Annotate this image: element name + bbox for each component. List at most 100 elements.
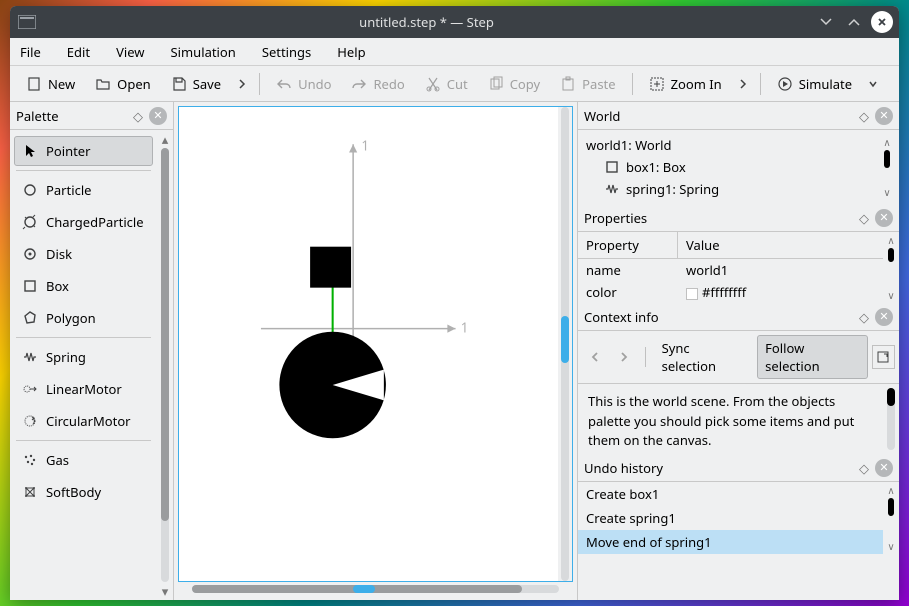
copy-icon: [488, 76, 504, 92]
redo-icon: [351, 76, 367, 92]
palette-item-linearmotor[interactable]: LinearMotor: [14, 374, 153, 404]
panel-close-icon[interactable]: ✕: [875, 209, 893, 227]
props-scrollbar[interactable]: ∧∨: [883, 232, 899, 303]
palette-item-chargedparticle[interactable]: ChargedParticle: [14, 207, 153, 237]
undo-item[interactable]: Create box1: [578, 482, 883, 506]
properties-header: Properties ◇ ✕: [578, 204, 899, 232]
circular-motor-icon: [22, 413, 38, 429]
undo-icon: [276, 76, 292, 92]
props-col-value[interactable]: Value: [678, 232, 883, 258]
undo-header: Undo history ◇ ✕: [578, 454, 899, 482]
palette-item-gas[interactable]: Gas: [14, 445, 153, 475]
panel-float-icon[interactable]: ◇: [855, 107, 873, 125]
panel-float-icon[interactable]: ◇: [855, 459, 873, 477]
menu-help[interactable]: Help: [337, 43, 365, 61]
palette-item-spring[interactable]: Spring: [14, 342, 153, 372]
palette-item-polygon[interactable]: Polygon: [14, 303, 153, 333]
minimize-button[interactable]: [815, 11, 837, 33]
cut-icon: [425, 76, 441, 92]
toolbar-overflow-2[interactable]: [734, 77, 752, 91]
box-icon: [604, 159, 620, 175]
zoom-in-button[interactable]: Zoom In: [641, 71, 730, 97]
close-button[interactable]: [871, 11, 893, 33]
panel-close-icon[interactable]: ✕: [875, 459, 893, 477]
undo-button[interactable]: Undo: [268, 71, 339, 97]
undo-scrollbar[interactable]: ∧∨: [883, 482, 899, 554]
world-tree: world1: World box1: Box spring1: Spring …: [578, 130, 899, 204]
canvas-h-scrollbar[interactable]: [178, 582, 573, 596]
window-title: untitled.step * — Step: [44, 13, 809, 31]
open-button[interactable]: Open: [87, 71, 159, 97]
panel-close-icon[interactable]: ✕: [149, 107, 167, 125]
paste-button[interactable]: Paste: [552, 71, 623, 97]
palette-item-box[interactable]: Box: [14, 271, 153, 301]
softbody-icon: [22, 484, 38, 500]
sync-selection-button[interactable]: Sync selection: [654, 335, 754, 379]
scroll-down-icon[interactable]: ▾: [162, 582, 169, 600]
panel-float-icon[interactable]: ◇: [855, 308, 873, 326]
context-text-scrollbar[interactable]: [887, 388, 895, 450]
copy-button[interactable]: Copy: [480, 71, 548, 97]
palette-item-particle[interactable]: Particle: [14, 175, 153, 205]
world-item-box1[interactable]: box1: Box: [582, 156, 879, 178]
panel-close-icon[interactable]: ✕: [875, 308, 893, 326]
properties-table: Property Value nameworld1 color#ffffffff…: [578, 232, 899, 303]
props-row-color[interactable]: color#ffffffff: [578, 281, 883, 303]
palette-item-softbody[interactable]: SoftBody: [14, 477, 153, 507]
panel-close-icon[interactable]: ✕: [875, 107, 893, 125]
context-header: Context info ◇ ✕: [578, 303, 899, 331]
menu-simulation[interactable]: Simulation: [171, 43, 236, 61]
cut-button[interactable]: Cut: [417, 71, 476, 97]
canvas-v-scrollbar[interactable]: [558, 107, 572, 581]
toolbar-separator: [259, 73, 260, 95]
panel-float-icon[interactable]: ◇: [129, 107, 147, 125]
disk-object[interactable]: [279, 332, 386, 439]
properties-title: Properties: [584, 209, 853, 227]
props-row-name[interactable]: nameworld1: [578, 259, 883, 281]
palette-scrollbar[interactable]: ▴ ▾: [157, 130, 173, 600]
palette-item-pointer[interactable]: Pointer: [14, 136, 153, 166]
canvas[interactable]: 1 1: [179, 107, 558, 581]
zoom-in-icon: [649, 76, 665, 92]
gas-icon: [22, 452, 38, 468]
app-window: untitled.step * — Step File Edit View Si…: [10, 6, 899, 600]
simulate-button[interactable]: Simulate: [769, 71, 860, 97]
follow-selection-button[interactable]: Follow selection: [757, 335, 867, 379]
context-back-button[interactable]: [582, 344, 607, 370]
save-icon: [171, 76, 187, 92]
spring-icon: [604, 181, 620, 197]
box-icon: [22, 278, 38, 294]
undo-title: Undo history: [584, 459, 853, 477]
context-expand-button[interactable]: [872, 345, 895, 369]
props-col-property[interactable]: Property: [578, 232, 678, 258]
redo-button[interactable]: Redo: [343, 71, 412, 97]
panel-float-icon[interactable]: ◇: [855, 209, 873, 227]
world-item-spring1[interactable]: spring1: Spring: [582, 178, 879, 200]
scroll-up-icon[interactable]: ▴: [162, 130, 169, 148]
palette-item-circularmotor[interactable]: CircularMotor: [14, 406, 153, 436]
world-scrollbar[interactable]: ∧∨: [879, 134, 895, 200]
undo-item[interactable]: Move end of spring1: [578, 530, 883, 554]
world-root[interactable]: world1: World: [582, 134, 879, 156]
palette-title: Palette: [16, 107, 127, 125]
box-object[interactable]: [310, 247, 351, 288]
menu-edit[interactable]: Edit: [67, 43, 90, 61]
maximize-button[interactable]: [843, 11, 865, 33]
undo-item[interactable]: Create spring1: [578, 506, 883, 530]
toolbar-overflow-1[interactable]: [233, 77, 251, 91]
simulate-dropdown[interactable]: [864, 78, 882, 90]
new-button[interactable]: New: [18, 71, 83, 97]
palette-item-disk[interactable]: Disk: [14, 239, 153, 269]
context-text: This is the world scene. From the object…: [578, 384, 899, 454]
menubar: File Edit View Simulation Settings Help: [10, 38, 899, 66]
menu-file[interactable]: File: [20, 43, 41, 61]
menu-settings[interactable]: Settings: [262, 43, 311, 61]
toolbar-separator: [760, 73, 761, 95]
pointer-icon: [22, 143, 38, 159]
play-icon: [777, 76, 793, 92]
context-title: Context info: [584, 308, 853, 326]
save-button[interactable]: Save: [163, 71, 229, 97]
context-forward-button[interactable]: [611, 344, 636, 370]
canvas-area: 1 1: [174, 102, 577, 600]
menu-view[interactable]: View: [116, 43, 144, 61]
